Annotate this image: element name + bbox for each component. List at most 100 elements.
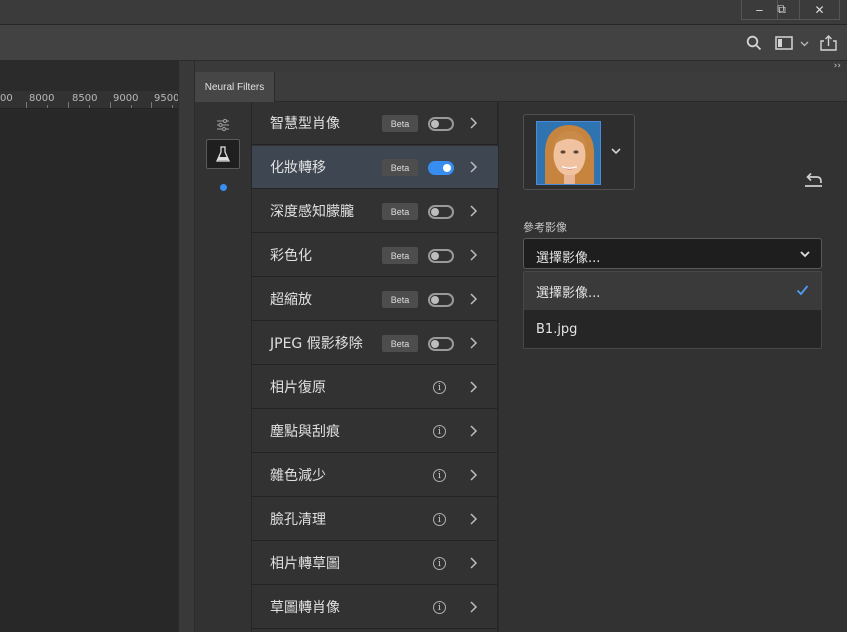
chevron-right-icon[interactable] — [466, 292, 480, 306]
info-icon[interactable]: i — [433, 601, 446, 614]
panel-header: Neural Filters ›› — [195, 61, 847, 102]
chevron-down-icon[interactable] — [610, 145, 622, 157]
filter-row-makeup-transfer[interactable]: 化妝轉移 Beta — [252, 146, 498, 189]
beta-badge: Beta — [382, 115, 418, 132]
toggle-knob — [431, 208, 439, 216]
filter-row-sketch-to-portrait[interactable]: 草圖轉肖像 i — [252, 586, 498, 629]
vertical-scrollbar[interactable] — [178, 61, 194, 632]
info-icon[interactable]: i — [433, 425, 446, 438]
filter-toggle[interactable] — [428, 249, 454, 263]
menu-item-label: 選擇影像... — [536, 285, 601, 301]
filter-row-photo-restoration[interactable]: 相片復原 i — [252, 366, 498, 409]
filter-label: 深度感知朦朧 — [270, 204, 354, 220]
chevron-right-icon[interactable] — [466, 336, 480, 350]
filter-toggle[interactable] — [428, 205, 454, 219]
title-bar: ‒ ⧉ ✕ — [0, 0, 847, 25]
menu-item-b1-jpg[interactable]: B1.jpg — [524, 310, 821, 348]
info-icon[interactable]: i — [433, 469, 446, 482]
filter-row-super-zoom[interactable]: 超縮放 Beta — [252, 278, 498, 321]
filter-row-jpeg-artifacts-removal[interactable]: JPEG 假影移除 Beta — [252, 322, 498, 365]
tab-neural-filters[interactable]: Neural Filters — [195, 72, 275, 102]
ruler-label: 8000 — [29, 93, 55, 104]
search-icon[interactable] — [746, 34, 762, 52]
filter-row-noise-reduction[interactable]: 雜色減少 i — [252, 454, 498, 497]
workspace-icon[interactable] — [775, 34, 793, 52]
document-canvas[interactable] — [0, 110, 178, 632]
ruler-tick — [26, 102, 27, 108]
chevron-right-icon[interactable] — [466, 248, 480, 262]
filter-row-dust-and-scratches[interactable]: 塵點與刮痕 i — [252, 410, 498, 453]
filter-toggle[interactable] — [428, 337, 454, 351]
ruler-tick — [151, 102, 152, 108]
panel-dock-strip — [195, 61, 847, 72]
reference-image-label: 參考影像 — [523, 221, 567, 234]
close-icon: ✕ — [814, 2, 825, 17]
filter-row-smart-portrait[interactable]: 智慧型肖像 Beta — [252, 102, 498, 145]
chevron-right-icon[interactable] — [466, 600, 480, 614]
chevron-down-icon — [800, 251, 810, 258]
close-button[interactable]: ✕ — [800, 0, 840, 20]
active-indicator-dot — [220, 184, 227, 191]
filter-toggle[interactable] — [428, 117, 454, 131]
horizontal-ruler: 00 8000 8500 9000 9500 — [0, 91, 178, 109]
info-icon[interactable]: i — [433, 513, 446, 526]
info-icon[interactable]: i — [433, 381, 446, 394]
filter-label: 超縮放 — [270, 292, 312, 308]
beaker-icon[interactable] — [206, 139, 240, 169]
ruler-tick — [110, 102, 111, 108]
reference-image-select[interactable]: 選擇影像... — [523, 238, 822, 269]
ruler-label: 8500 — [72, 93, 98, 104]
chevron-right-icon[interactable] — [466, 556, 480, 570]
chevron-right-icon[interactable] — [466, 116, 480, 130]
workspace-dropdown-icon[interactable] — [800, 34, 809, 52]
info-icon[interactable]: i — [433, 557, 446, 570]
beta-badge: Beta — [382, 291, 418, 308]
collapse-panels-icon[interactable]: ›› — [834, 61, 841, 71]
filter-label: 臉孔清理 — [270, 512, 326, 528]
menu-item-label: B1.jpg — [536, 321, 578, 337]
menu-item-select-image[interactable]: 選擇影像... — [524, 272, 821, 310]
toggle-knob — [431, 296, 439, 304]
share-icon[interactable] — [820, 34, 837, 52]
filter-label: 塵點與刮痕 — [270, 424, 340, 440]
chevron-right-icon[interactable] — [466, 380, 480, 394]
reference-image-menu: 選擇影像... B1.jpg — [523, 271, 822, 349]
filter-label: JPEG 假影移除 — [270, 336, 363, 352]
filter-toggle[interactable] — [428, 293, 454, 307]
source-image-picker[interactable] — [523, 114, 635, 190]
toggle-knob — [431, 252, 439, 260]
filter-label: 雜色減少 — [270, 468, 326, 484]
ruler-tick — [68, 102, 69, 108]
chevron-right-icon[interactable] — [466, 204, 480, 218]
filter-row-face-cleanup[interactable]: 臉孔清理 i — [252, 498, 498, 541]
restore-icon: ⧉ — [777, 2, 786, 16]
portrait-thumbnail — [536, 121, 601, 185]
toggle-knob — [431, 340, 439, 348]
ruler-tick — [172, 105, 173, 108]
chevron-right-icon[interactable] — [466, 468, 480, 482]
ruler-label: 9500 — [154, 93, 178, 104]
ruler-tick — [89, 105, 90, 108]
reset-icon[interactable] — [803, 172, 823, 188]
select-value: 選擇影像... — [536, 251, 601, 266]
filter-row-colorize[interactable]: 彩色化 Beta — [252, 234, 498, 277]
toggle-knob — [443, 164, 451, 172]
filter-label: 彩色化 — [270, 248, 312, 264]
toggle-knob — [431, 120, 439, 128]
sliders-icon[interactable] — [206, 110, 240, 140]
filter-label: 相片轉草圖 — [270, 556, 340, 572]
chevron-right-icon[interactable] — [466, 160, 480, 174]
filter-detail-panel: 參考影像 選擇影像... 選擇影像... B1.jpg — [499, 102, 847, 632]
minimize-icon: ‒ — [755, 2, 764, 17]
chevron-right-icon[interactable] — [466, 512, 480, 526]
filter-row-depth-blur[interactable]: 深度感知朦朧 Beta — [252, 190, 498, 233]
beta-badge: Beta — [382, 335, 418, 352]
filter-toggle[interactable] — [428, 161, 454, 175]
chevron-right-icon[interactable] — [466, 424, 480, 438]
neural-filters-sidebar — [195, 102, 252, 632]
filter-label: 相片復原 — [270, 380, 326, 396]
beta-badge: Beta — [382, 159, 418, 176]
filter-row-photo-to-sketch[interactable]: 相片轉草圖 i — [252, 542, 498, 585]
filter-label: 草圖轉肖像 — [270, 600, 340, 616]
restore-button[interactable]: ⧉ — [764, 0, 800, 20]
